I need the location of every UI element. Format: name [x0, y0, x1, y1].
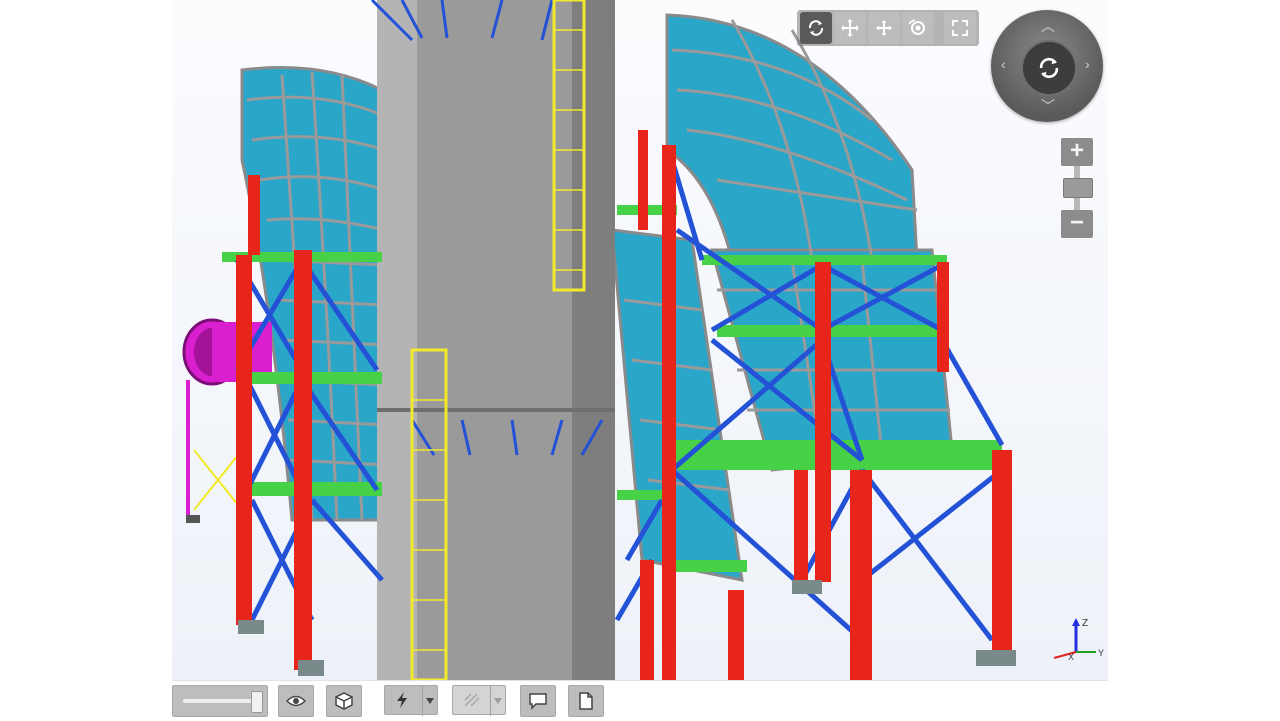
z-axis-label: Z: [1082, 618, 1088, 629]
document-icon: [579, 692, 593, 710]
visibility-button[interactable]: [278, 685, 314, 717]
navigation-toolbar: [797, 10, 979, 46]
cube-icon: [335, 692, 353, 710]
view-down-arrow[interactable]: ﹀: [1041, 96, 1055, 116]
actions-dropdown-arrow[interactable]: [422, 686, 437, 716]
transparency-slider[interactable]: [172, 685, 268, 717]
eye-icon: [286, 695, 306, 707]
axis-triad: Z X Y: [1053, 618, 1104, 662]
3d-model-scene: [182, 0, 1016, 680]
zoom-slider-track[interactable]: [1063, 166, 1093, 210]
move-tool-button[interactable]: [868, 12, 900, 44]
pan-tool-button[interactable]: [834, 12, 866, 44]
orbit-icon: [808, 20, 824, 36]
pan-icon: [841, 19, 859, 37]
bottom-toolbar: [172, 680, 1108, 721]
orbit-tool-button[interactable]: [800, 12, 832, 44]
model-viewport[interactable]: ︿ ﹀ ‹ › + − Z X Y: [172, 0, 1108, 680]
view-cube[interactable]: ︿ ﹀ ‹ ›: [991, 10, 1103, 122]
base-plates: [238, 580, 1016, 676]
transparency-slider-track[interactable]: [183, 699, 259, 703]
zoom-control: + −: [1060, 138, 1094, 242]
move-icon: [876, 20, 892, 36]
transparency-slider-thumb[interactable]: [251, 691, 263, 713]
markup-button[interactable]: [452, 685, 506, 716]
actions-button[interactable]: [384, 685, 438, 716]
view-up-arrow[interactable]: ︿: [1041, 16, 1055, 36]
look-around-icon: [908, 19, 925, 35]
z-axis-arrow: [1072, 618, 1080, 626]
zoom-out-button[interactable]: −: [1061, 210, 1093, 238]
orbit-icon: [1039, 57, 1059, 79]
view-left-arrow[interactable]: ‹: [1001, 56, 1006, 72]
view-cube-center-button[interactable]: [1021, 40, 1077, 96]
view-right-arrow[interactable]: ›: [1085, 56, 1090, 72]
model-view-button[interactable]: [326, 685, 362, 717]
document-button[interactable]: [568, 685, 604, 717]
look-around-tool-button[interactable]: [902, 12, 934, 44]
fullscreen-button[interactable]: [944, 12, 976, 44]
fullscreen-icon: [952, 20, 968, 36]
y-axis-label: Y: [1098, 648, 1104, 658]
x-axis-label: X: [1068, 652, 1074, 662]
comment-button[interactable]: [520, 685, 556, 717]
zoom-slider-thumb[interactable]: [1063, 178, 1093, 198]
chevron-down-icon: [494, 698, 502, 704]
chevron-down-icon: [426, 698, 434, 704]
markup-dropdown-arrow[interactable]: [490, 686, 505, 716]
comment-icon: [529, 693, 547, 710]
zoom-in-button[interactable]: +: [1061, 138, 1093, 166]
lightning-icon: [397, 692, 407, 708]
markup-icon: [464, 693, 480, 707]
chimney: [370, 0, 615, 680]
